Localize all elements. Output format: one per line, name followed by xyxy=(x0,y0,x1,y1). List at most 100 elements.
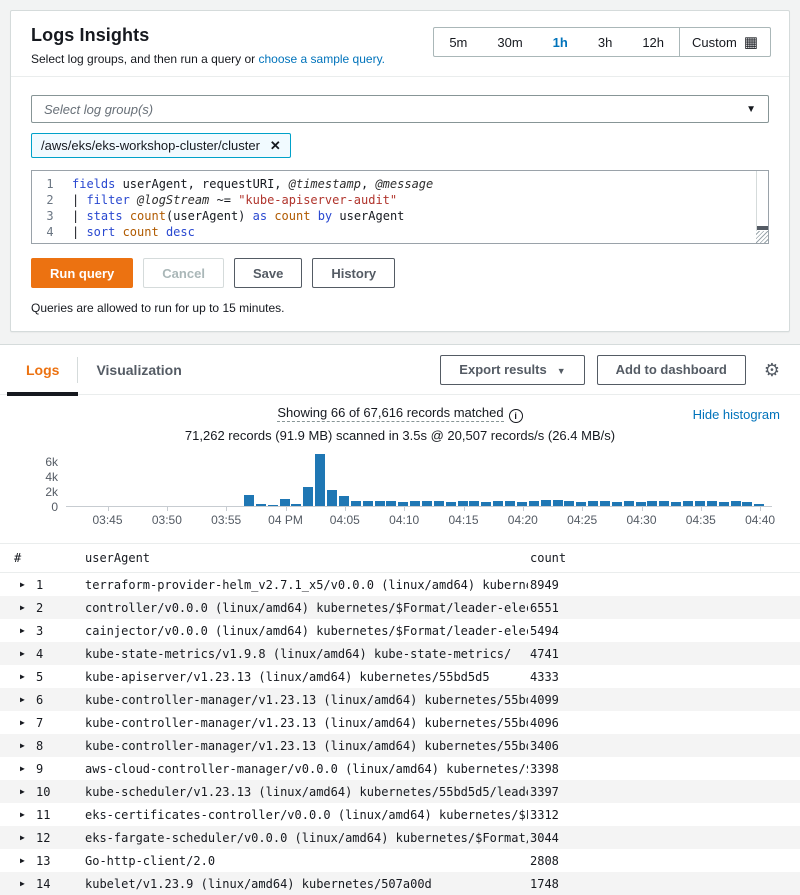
histogram-bar xyxy=(291,504,301,506)
expand-row-icon[interactable]: ▶ xyxy=(20,879,36,888)
export-results-button[interactable]: Export results▼ xyxy=(440,355,584,385)
line-number: 1 xyxy=(32,176,68,192)
expand-row-icon[interactable]: ▶ xyxy=(20,787,36,796)
expand-row-icon[interactable]: ▶ xyxy=(20,833,36,842)
query-token: | xyxy=(72,225,86,239)
query-token: count xyxy=(274,209,310,223)
histogram-bar xyxy=(280,499,290,506)
row-count: 1748 xyxy=(528,877,800,891)
expand-row-icon[interactable]: ▶ xyxy=(20,741,36,750)
column-header-count: count xyxy=(528,551,800,565)
time-range-3h[interactable]: 3h xyxy=(583,35,627,50)
histogram-bar xyxy=(647,501,657,506)
table-row[interactable]: ▶10kube-scheduler/v1.23.13 (linux/amd64)… xyxy=(0,780,800,803)
x-axis-tick xyxy=(226,507,227,511)
time-range-30m[interactable]: 30m xyxy=(482,35,537,50)
table-row[interactable]: ▶1terraform-provider-helm_v2.7.1_x5/v0.0… xyxy=(0,573,800,596)
table-row[interactable]: ▶12eks-fargate-scheduler/v0.0.0 (linux/a… xyxy=(0,826,800,849)
histogram-bar xyxy=(434,501,444,506)
x-axis-label: 03:45 xyxy=(92,513,122,527)
header-text: Logs Insights Select log groups, and the… xyxy=(31,25,385,66)
row-useragent: Go-http-client/2.0 xyxy=(85,854,528,868)
table-row[interactable]: ▶8kube-controller-manager/v1.23.13 (linu… xyxy=(0,734,800,757)
records-histogram: 02k4k6k03:4503:5003:5504 PM04:0504:1004:… xyxy=(20,447,780,531)
row-index: 10 xyxy=(36,785,85,799)
row-count: 4333 xyxy=(528,670,800,684)
histogram-plot[interactable] xyxy=(66,451,772,507)
expand-row-icon[interactable]: ▶ xyxy=(20,695,36,704)
table-row[interactable]: ▶14kubelet/v1.23.9 (linux/amd64) kuberne… xyxy=(0,872,800,895)
query-editor[interactable]: 1234 fields userAgent, requestURI, @time… xyxy=(31,170,769,244)
row-count: 3398 xyxy=(528,762,800,776)
x-axis-tick xyxy=(701,507,702,511)
x-axis-tick xyxy=(108,507,109,511)
hide-histogram-link[interactable]: Hide histogram xyxy=(693,407,780,422)
save-button[interactable]: Save xyxy=(234,258,302,288)
expand-row-icon[interactable]: ▶ xyxy=(20,672,36,681)
time-range-12h[interactable]: 12h xyxy=(627,35,679,50)
time-range-5m[interactable]: 5m xyxy=(434,35,482,50)
row-count: 2808 xyxy=(528,854,800,868)
table-row[interactable]: ▶4kube-state-metrics/v1.9.8 (linux/amd64… xyxy=(0,642,800,665)
row-index: 1 xyxy=(36,578,85,592)
table-header: # userAgent count xyxy=(0,543,800,573)
histogram-bar xyxy=(351,501,361,506)
history-button[interactable]: History xyxy=(312,258,395,288)
row-index: 5 xyxy=(36,670,85,684)
x-axis-label: 04:10 xyxy=(389,513,419,527)
expand-row-icon[interactable]: ▶ xyxy=(20,580,36,589)
x-axis-tick xyxy=(642,507,643,511)
histogram-bar xyxy=(517,502,527,507)
query-token: , xyxy=(361,177,375,191)
histogram-bar xyxy=(553,500,563,506)
tab-logs[interactable]: Logs xyxy=(16,345,69,394)
scrollbar-thumb[interactable] xyxy=(757,226,768,230)
expand-row-icon[interactable]: ▶ xyxy=(20,856,36,865)
info-icon[interactable]: i xyxy=(509,409,523,423)
time-range-custom[interactable]: Custom ▦ xyxy=(679,28,770,56)
expand-row-icon[interactable]: ▶ xyxy=(20,764,36,773)
x-axis-tick xyxy=(404,507,405,511)
histogram-bar xyxy=(422,501,432,506)
query-code[interactable]: fields userAgent, requestURI, @timestamp… xyxy=(68,171,768,243)
histogram-bar xyxy=(659,501,669,506)
table-row[interactable]: ▶2controller/v0.0.0 (linux/amd64) kubern… xyxy=(0,596,800,619)
expand-row-icon[interactable]: ▶ xyxy=(20,649,36,658)
time-range-1h[interactable]: 1h xyxy=(538,35,583,50)
expand-row-icon[interactable]: ▶ xyxy=(20,626,36,635)
table-row[interactable]: ▶7kube-controller-manager/v1.23.13 (linu… xyxy=(0,711,800,734)
expand-row-icon[interactable]: ▶ xyxy=(20,603,36,612)
row-useragent: controller/v0.0.0 (linux/amd64) kubernet… xyxy=(85,601,528,615)
row-useragent: kube-scheduler/v1.23.13 (linux/amd64) ku… xyxy=(85,785,528,799)
table-row[interactable]: ▶6kube-controller-manager/v1.23.13 (linu… xyxy=(0,688,800,711)
table-row[interactable]: ▶13Go-http-client/2.02808 xyxy=(0,849,800,872)
histogram-header: Showing 66 of 67,616 records matchedi 71… xyxy=(20,405,780,443)
histogram-section: Showing 66 of 67,616 records matchedi 71… xyxy=(0,395,800,531)
table-row[interactable]: ▶9aws-cloud-controller-manager/v0.0.0 (l… xyxy=(0,757,800,780)
row-count: 3397 xyxy=(528,785,800,799)
row-useragent: kube-controller-manager/v1.23.13 (linux/… xyxy=(85,739,528,753)
add-to-dashboard-button[interactable]: Add to dashboard xyxy=(597,355,746,385)
tab-visualization[interactable]: Visualization xyxy=(86,345,191,394)
query-token: ~= xyxy=(209,193,238,207)
row-useragent: cainjector/v0.0.0 (linux/amd64) kubernet… xyxy=(85,624,528,638)
gear-icon[interactable]: ⚙ xyxy=(764,361,780,379)
resize-grip-icon[interactable] xyxy=(756,231,768,243)
expand-row-icon[interactable]: ▶ xyxy=(20,718,36,727)
log-group-select[interactable]: Select log group(s) ▼ xyxy=(31,95,769,123)
close-icon[interactable]: ✕ xyxy=(270,139,281,152)
run-query-button[interactable]: Run query xyxy=(31,258,133,288)
histogram-bar xyxy=(327,490,337,506)
table-row[interactable]: ▶5kube-apiserver/v1.23.13 (linux/amd64) … xyxy=(0,665,800,688)
query-line: | stats count(userAgent) as count by use… xyxy=(72,208,754,224)
histogram-bar xyxy=(588,501,598,506)
line-numbers: 1234 xyxy=(32,171,68,243)
results-panel: Logs Visualization Export results▼ Add t… xyxy=(0,344,800,895)
x-axis-tick xyxy=(167,507,168,511)
expand-row-icon[interactable]: ▶ xyxy=(20,810,36,819)
panel-body: Select log group(s) ▼ /aws/eks/eks-works… xyxy=(11,77,789,331)
sample-query-link[interactable]: choose a sample query. xyxy=(259,52,386,66)
table-row[interactable]: ▶3cainjector/v0.0.0 (linux/amd64) kubern… xyxy=(0,619,800,642)
page-title: Logs Insights xyxy=(31,25,385,46)
table-row[interactable]: ▶11eks-certificates-controller/v0.0.0 (l… xyxy=(0,803,800,826)
